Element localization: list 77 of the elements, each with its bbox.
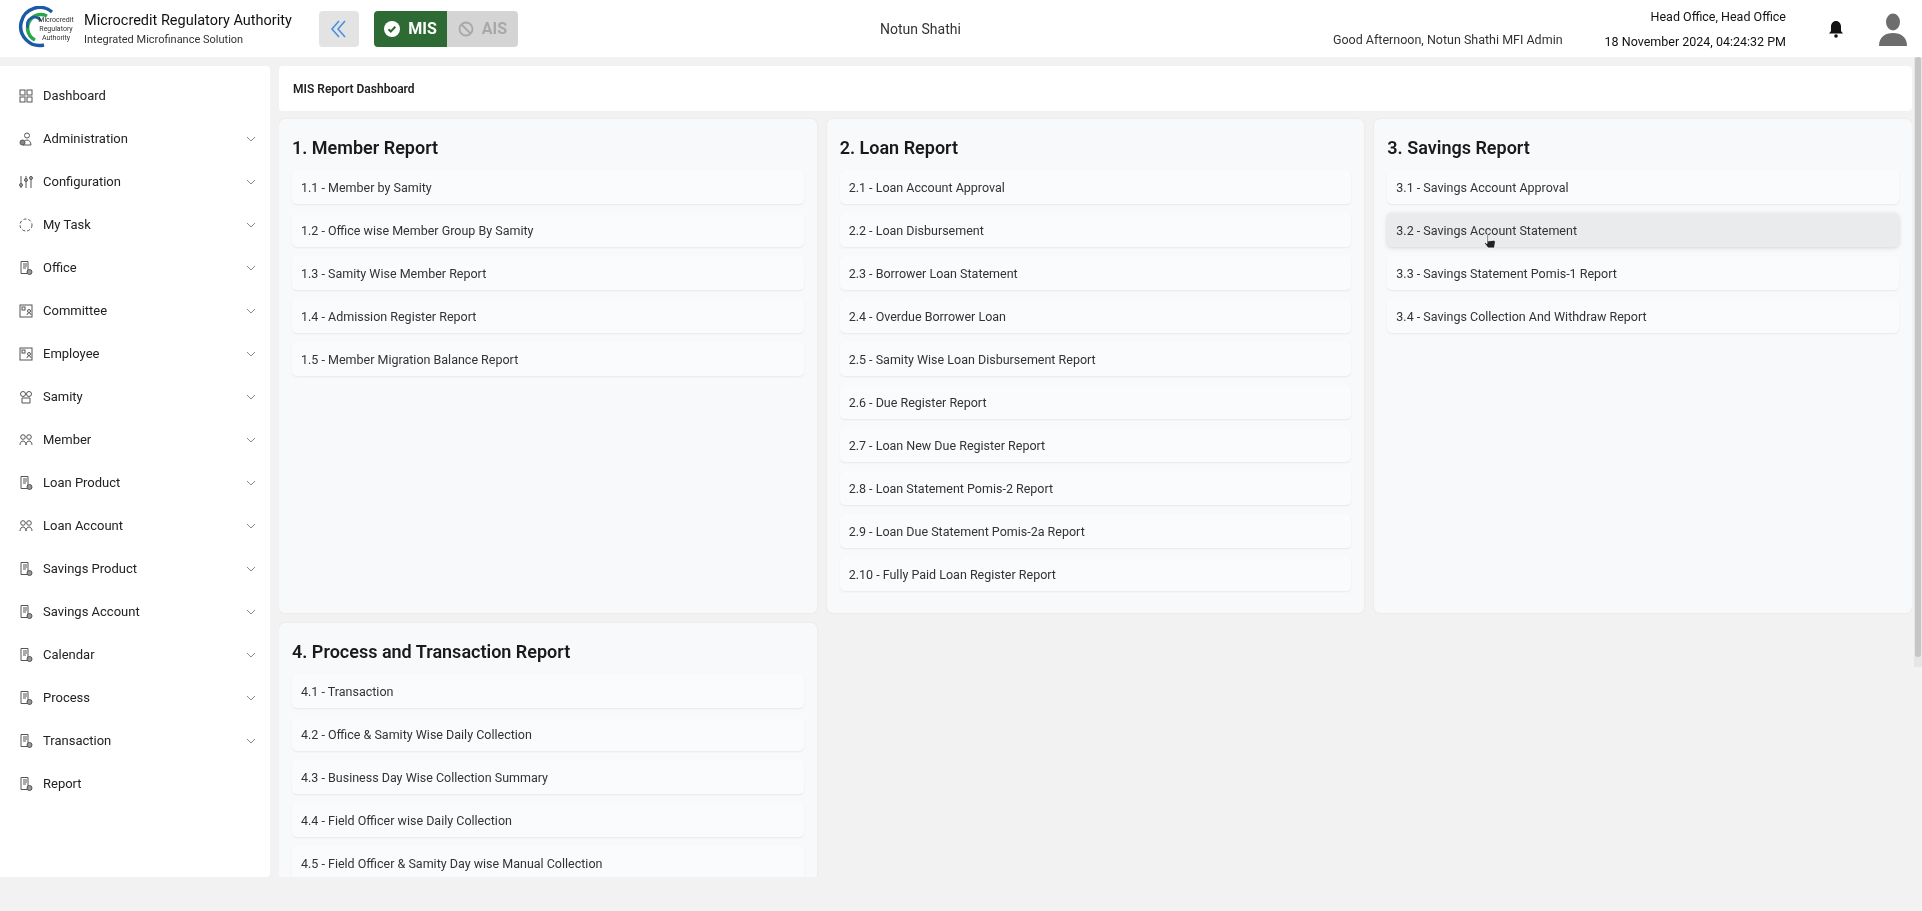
pointer-cursor-icon xyxy=(1483,233,1498,250)
sidebar-item[interactable]: Calendar xyxy=(0,633,270,676)
report-link[interactable]: 1.2 - Office wise Member Group By Samity xyxy=(292,213,804,247)
report-link[interactable]: 1.4 - Admission Register Report xyxy=(292,299,804,333)
sidebar-item[interactable]: Dashboard xyxy=(0,74,270,117)
sidebar-item[interactable]: Committee xyxy=(0,289,270,332)
report-link[interactable]: 2.8 - Loan Statement Pomis-2 Report xyxy=(839,471,1352,505)
org-name: Microcredit Regulatory Authority xyxy=(84,11,292,29)
sidebar-item[interactable]: Loan Account xyxy=(0,504,270,547)
document-icon xyxy=(18,689,34,706)
date-time: 18 November 2024, 04:24:32 PM xyxy=(1604,33,1786,49)
document-icon xyxy=(18,474,34,491)
report-link[interactable]: 2.6 - Due Register Report xyxy=(839,385,1352,419)
report-link[interactable]: 3.4 - Savings Collection And Withdraw Report xyxy=(1387,299,1899,333)
sidebar-item[interactable]: My Task xyxy=(0,203,270,246)
grid-icon xyxy=(18,87,34,104)
blocked-icon xyxy=(457,20,474,37)
sidebar-item[interactable]: Administration xyxy=(0,117,270,160)
card-title: 2. Loan Report xyxy=(839,137,960,158)
report-link[interactable]: 2.5 - Samity Wise Loan Disbursement Report xyxy=(839,342,1352,376)
report-link[interactable]: 4.3 - Business Day Wise Collection Summary xyxy=(292,760,804,794)
org-subtitle: Integrated Microfinance Solution xyxy=(84,32,245,46)
card-title: 4. Process and Transaction Report xyxy=(292,641,572,662)
user-gear-icon xyxy=(18,130,34,147)
id-card-icon xyxy=(18,345,34,362)
sidebar-item[interactable]: Configuration xyxy=(0,160,270,203)
document-icon xyxy=(18,560,34,577)
module-tab[interactable]: MIS xyxy=(374,10,447,47)
report-link[interactable]: 3.1 - Savings Account Approval xyxy=(1387,170,1899,204)
sidebar-item[interactable]: Process xyxy=(0,676,270,719)
report-link[interactable]: 1.1 - Member by Samity xyxy=(292,170,804,204)
collapse-sidebar-button[interactable] xyxy=(319,10,359,47)
check-circle-icon xyxy=(384,20,401,37)
sidebar-item[interactable]: Loan Product xyxy=(0,461,270,504)
report-link[interactable]: 4.1 - Transaction xyxy=(292,674,804,708)
people-icon xyxy=(18,431,34,448)
sidebar-item[interactable]: Member xyxy=(0,418,270,461)
sidebar-item[interactable]: Savings Account xyxy=(0,590,270,633)
report-link[interactable]: 2.3 - Borrower Loan Statement xyxy=(839,256,1352,290)
people-icon xyxy=(18,517,34,534)
report-link[interactable]: 4.2 - Office & Samity Wise Daily Collection xyxy=(292,717,804,751)
report-link[interactable]: 2.2 - Loan Disbursement xyxy=(839,213,1352,247)
sidebar-item[interactable]: Savings Product xyxy=(0,547,270,590)
report-link[interactable]: 2.9 - Loan Due Statement Pomis-2a Report xyxy=(839,514,1352,548)
group-icon xyxy=(18,388,34,405)
document-icon xyxy=(18,775,34,792)
sidebar-item[interactable]: Report xyxy=(0,762,270,805)
document-icon xyxy=(18,732,34,749)
report-link[interactable]: 1.3 - Samity Wise Member Report xyxy=(292,256,804,290)
sliders-icon xyxy=(18,173,34,190)
report-link[interactable]: 3.2 - Savings Account Statement xyxy=(1387,213,1899,247)
sidebar-item[interactable]: Transaction xyxy=(0,719,270,762)
organization-title: Notun Shathi xyxy=(879,20,962,37)
card-title: 3. Savings Report xyxy=(1387,137,1531,158)
sidebar-item[interactable]: Office xyxy=(0,246,270,289)
greeting-text: Good Afternoon, Notun Shathi MFI Admin xyxy=(1332,32,1563,47)
user-avatar[interactable] xyxy=(1878,11,1908,46)
notification-bell-icon[interactable] xyxy=(1828,19,1844,38)
document-icon xyxy=(18,646,34,663)
page-title: MIS Report Dashboard xyxy=(293,81,415,96)
document-icon xyxy=(18,259,34,276)
sidebar-item[interactable]: Samity xyxy=(0,375,270,418)
report-link[interactable]: 1.5 - Member Migration Balance Report xyxy=(292,342,804,376)
scrollbar[interactable] xyxy=(1914,57,1922,667)
sidebar-item[interactable]: Employee xyxy=(0,332,270,375)
refresh-circle-icon xyxy=(18,216,34,233)
office-name: Head Office, Head Office xyxy=(1650,8,1786,24)
report-link[interactable]: 4.5 - Field Officer & Samity Day wise Manual Collection xyxy=(292,846,804,877)
report-link[interactable]: 2.7 - Loan New Due Register Report xyxy=(839,428,1352,462)
report-link[interactable]: 4.4 - Field Officer wise Daily Collection xyxy=(292,803,804,837)
report-link[interactable]: 2.10 - Fully Paid Loan Register Report xyxy=(839,557,1352,591)
card-title: 1. Member Report xyxy=(292,137,440,158)
id-card-icon xyxy=(18,302,34,319)
report-link[interactable]: 3.3 - Savings Statement Pomis-1 Report xyxy=(1387,256,1899,290)
report-link[interactable]: 2.1 - Loan Account Approval xyxy=(839,170,1352,204)
report-link[interactable]: 2.4 - Overdue Borrower Loan xyxy=(839,299,1352,333)
document-icon xyxy=(18,603,34,620)
